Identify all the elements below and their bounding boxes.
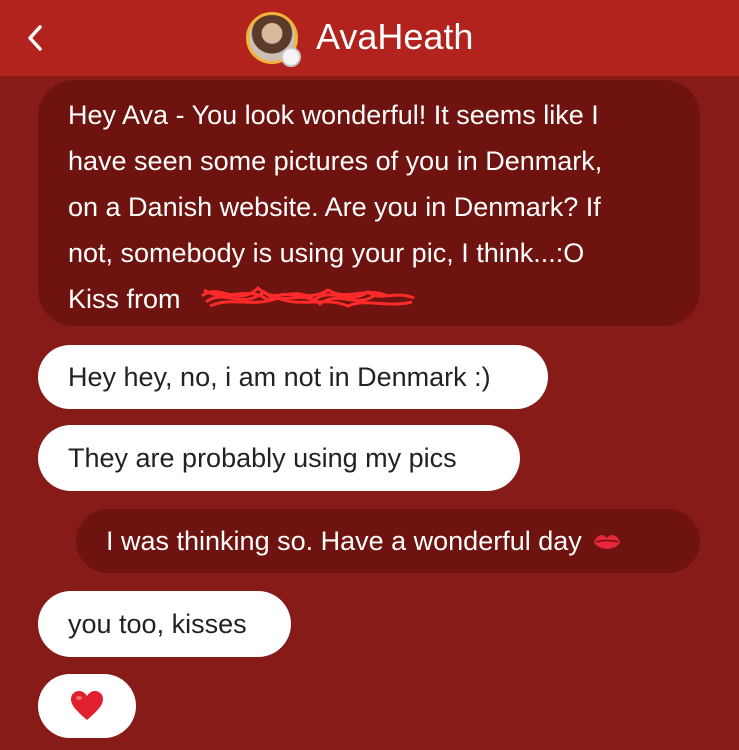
- online-status-badge: [281, 47, 301, 67]
- message-bubble-outgoing: I was thinking so. Have a wonderful day: [76, 509, 700, 573]
- avatar[interactable]: [246, 12, 301, 67]
- message-text: Hey hey, no, i am not in Denmark :): [68, 362, 491, 392]
- contact-name[interactable]: AvaHeath: [316, 15, 473, 59]
- chevron-left-icon[interactable]: [22, 22, 50, 54]
- red-heart-icon: [71, 691, 103, 720]
- message-bubble-outgoing: Hey Ava - You look wonderful! It seems l…: [38, 80, 700, 326]
- message-text: I was thinking so. Have a wonderful day: [106, 526, 582, 556]
- message-text-line: Hey Ava - You look wonderful! It seems l…: [68, 100, 599, 130]
- redaction-scribble: [201, 285, 415, 308]
- kiss-mark-icon: [593, 535, 620, 549]
- message-text-line: not, somebody is using your pic, I think…: [68, 238, 585, 268]
- message-bubble-incoming: you too, kisses: [38, 591, 291, 657]
- message-text: They are probably using my pics: [68, 443, 457, 473]
- message-bubble-incoming: Hey hey, no, i am not in Denmark :): [38, 345, 548, 409]
- message-text: you too, kisses: [68, 609, 247, 639]
- message-text-line: have seen some pictures of you in Denmar…: [68, 146, 603, 176]
- chat-header: AvaHeath: [0, 0, 739, 76]
- message-bubble-incoming: [38, 674, 136, 738]
- message-text-line: on a Danish website. Are you in Denmark?…: [68, 192, 601, 222]
- message-bubble-incoming: They are probably using my pics: [38, 425, 520, 491]
